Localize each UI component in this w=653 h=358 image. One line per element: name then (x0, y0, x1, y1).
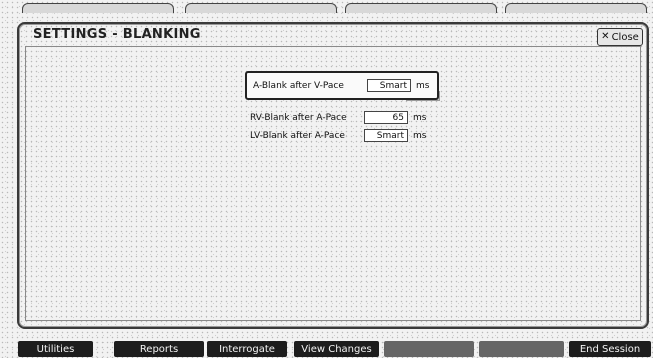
bottom-nav-bar: Utilities Reports Interrogate View Chang… (0, 338, 653, 358)
setting-unit: ms (413, 130, 427, 141)
setting-row-lv-blank[interactable]: LV-Blank after A-Pace Smart ms (250, 127, 426, 144)
setting-unit: ms (416, 80, 430, 91)
close-icon: ✕ (601, 31, 610, 42)
top-tab-1[interactable] (22, 3, 174, 13)
top-tab-4[interactable] (505, 3, 647, 13)
utilities-button[interactable]: Utilities (18, 341, 93, 357)
button-label: Utilities (36, 343, 75, 355)
title-bar: SETTINGS - BLANKING ✕ Close (19, 24, 647, 46)
window-title: SETTINGS - BLANKING (33, 27, 201, 42)
close-label: Close (611, 31, 639, 43)
reports-button[interactable]: Reports (114, 341, 204, 357)
settings-panel: A-Blank after V-Pace Smart ms RV-Blank a… (25, 46, 641, 321)
disabled-button-2 (479, 341, 564, 357)
button-label: View Changes (301, 343, 372, 355)
setting-label: A-Blank after V-Pace (253, 80, 344, 91)
setting-value-field[interactable]: Smart (364, 129, 408, 142)
setting-unit: ms (413, 112, 427, 123)
setting-value-field[interactable]: Smart (367, 79, 411, 92)
disabled-button-1 (384, 341, 474, 357)
setting-value-field[interactable]: 65 (364, 111, 408, 124)
setting-label: RV-Blank after A-Pace (250, 112, 347, 123)
button-label: Reports (139, 343, 179, 355)
button-label: End Session (579, 343, 641, 355)
setting-row-a-blank[interactable]: A-Blank after V-Pace Smart ms (245, 71, 440, 100)
top-tab-2[interactable] (185, 3, 337, 13)
close-button[interactable]: ✕ Close (597, 28, 643, 46)
settings-window: SETTINGS - BLANKING ✕ Close A-Blank afte… (17, 22, 649, 329)
top-tab-3[interactable] (345, 3, 497, 13)
end-session-button[interactable]: End Session (569, 341, 651, 357)
top-tab-strip (0, 0, 653, 16)
button-label: Interrogate (219, 343, 275, 355)
setting-row-rv-blank[interactable]: RV-Blank after A-Pace 65 ms (250, 109, 426, 126)
interrogate-button[interactable]: Interrogate (207, 341, 287, 357)
setting-label: LV-Blank after A-Pace (250, 130, 345, 141)
view-changes-button[interactable]: View Changes (294, 341, 379, 357)
